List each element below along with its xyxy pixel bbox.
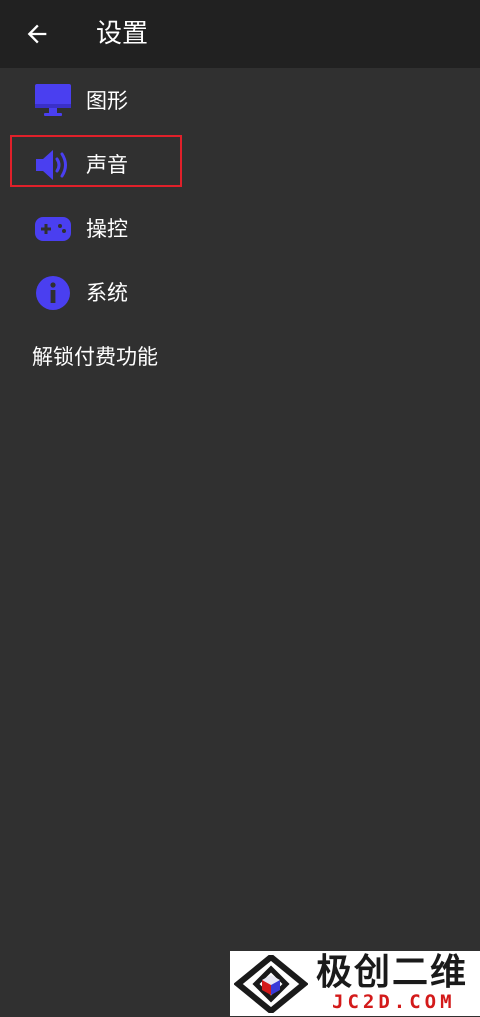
menu-item-sound[interactable]: 声音	[0, 132, 480, 196]
speaker-icon	[34, 146, 72, 184]
menu-item-label: 声音	[86, 153, 128, 177]
arrow-back-icon	[27, 24, 47, 44]
watermark: 极创二维 JC2D.COM	[230, 951, 480, 1016]
menu-item-label: 解锁付费功能	[32, 345, 158, 369]
menu-item-controls[interactable]: 操控	[0, 196, 480, 260]
menu-item-system[interactable]: 系统	[0, 260, 480, 324]
menu-item-label: 操控	[86, 217, 128, 241]
app-bar: 设置	[0, 0, 480, 68]
watermark-title: 极创二维	[316, 952, 469, 993]
menu-item-unlock-premium[interactable]: 解锁付费功能	[0, 324, 480, 388]
gamepad-icon	[34, 210, 72, 248]
menu-item-label: 图形	[86, 89, 128, 113]
watermark-subtitle: JC2D.COM	[332, 991, 456, 1013]
menu-item-label: 系统	[86, 281, 128, 305]
info-icon	[34, 274, 72, 312]
back-button[interactable]	[14, 12, 60, 56]
watermark-logo	[233, 953, 309, 1015]
monitor-icon	[34, 82, 72, 120]
menu-item-graphics[interactable]: 图形	[0, 68, 480, 132]
page-title: 设置	[96, 19, 149, 49]
